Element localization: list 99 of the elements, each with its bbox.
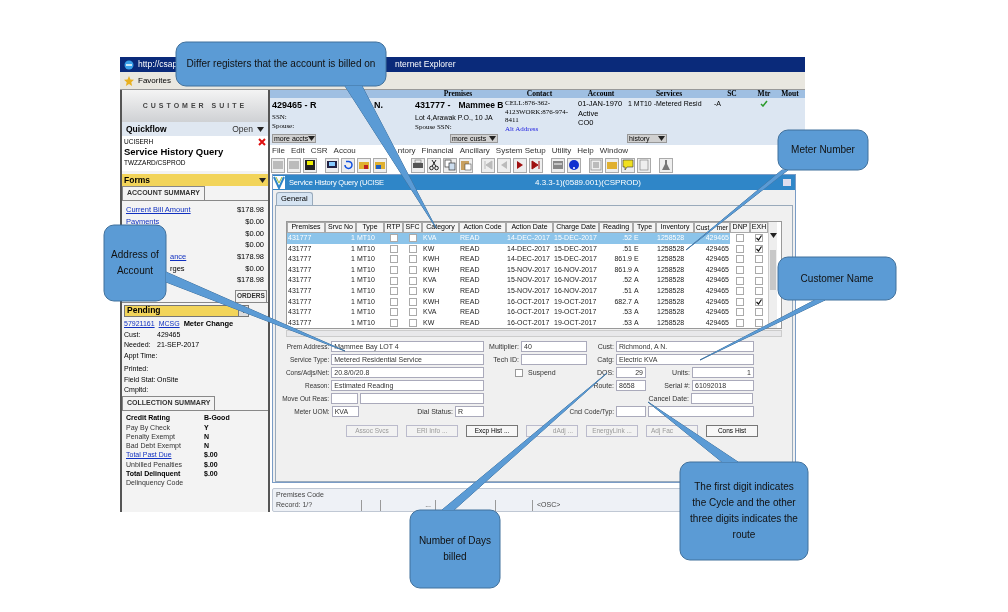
list-icon[interactable] [590, 159, 602, 172]
menu-item[interactable]: CSR [310, 144, 328, 157]
checkbox[interactable] [389, 276, 398, 285]
menu-item[interactable]: Utility [551, 144, 572, 157]
menu-item[interactable]: Edit [290, 144, 305, 157]
input-field[interactable] [616, 406, 646, 418]
scroll-up-icon [769, 233, 777, 238]
input-field[interactable] [521, 354, 587, 366]
folder-icon[interactable] [374, 159, 386, 172]
checkbox[interactable] [389, 244, 398, 253]
callout-text: Number of Days billed [417, 534, 493, 564]
paste-icon[interactable] [460, 159, 472, 172]
check-icon [756, 298, 762, 305]
scroll-bar[interactable] [286, 330, 782, 338]
checkbox[interactable] [408, 276, 417, 285]
input-field[interactable] [648, 406, 754, 418]
account-name: N. [374, 99, 383, 112]
close-icon[interactable] [258, 138, 266, 146]
menu-item[interactable]: ntory [397, 144, 416, 157]
save-icon[interactable] [304, 159, 316, 172]
menu-item[interactable]: System Setup [495, 144, 546, 157]
input-field[interactable] [331, 393, 359, 405]
menu-item[interactable]: Accou [333, 144, 356, 157]
checkbox[interactable] [389, 297, 398, 306]
window-title: 4.3.3-1)(0589.001)(CSPROD) [535, 176, 641, 189]
checkbox[interactable] [408, 255, 417, 264]
checkbox[interactable] [389, 234, 398, 243]
checkbox[interactable] [736, 255, 744, 264]
caret-icon [658, 135, 665, 141]
help-icon[interactable] [568, 159, 580, 172]
checkbox[interactable] [389, 266, 398, 275]
callout-text: Address of Account [110, 248, 160, 278]
window-title: nternet Explorer [395, 58, 456, 71]
page-url: http://csap [138, 58, 179, 71]
checkbox[interactable] [736, 244, 744, 253]
speech-bubble-icon[interactable] [622, 159, 634, 172]
checkbox[interactable] [755, 266, 763, 275]
flask-icon[interactable] [660, 159, 672, 172]
caret-icon [308, 135, 316, 141]
checkbox[interactable] [755, 308, 763, 317]
quickflow-label: Quickflow [126, 122, 167, 136]
checkbox[interactable] [755, 255, 763, 264]
premises-name: Mammee B [458, 99, 504, 112]
checkbox[interactable] [389, 308, 398, 317]
input-field[interactable] [691, 393, 753, 405]
checkbox[interactable] [736, 319, 744, 328]
checkbox[interactable] [408, 319, 417, 328]
callout-text: Differ registers that the account is billed on [186, 57, 376, 71]
input-field[interactable] [360, 393, 484, 405]
menu-item[interactable]: Help [577, 144, 594, 157]
checkbox[interactable] [389, 319, 398, 328]
premises-number: 431777 - [415, 99, 451, 112]
caret-icon [257, 126, 264, 132]
checkbox[interactable] [755, 297, 763, 306]
caret-icon [489, 135, 496, 141]
checkbox[interactable] [736, 308, 744, 317]
account-name: 429465 - R [272, 99, 318, 112]
cut-icon[interactable] [428, 159, 440, 172]
folder-icon[interactable] [358, 159, 370, 172]
callout-text: The first digit indicates the Cycle and the other three digits indicates the route [689, 480, 799, 542]
checkbox[interactable] [736, 287, 744, 296]
checkbox[interactable] [408, 297, 417, 306]
callout-text: Customer Name [800, 271, 874, 286]
checkbox[interactable] [408, 308, 417, 317]
menu-item[interactable]: File [272, 144, 285, 157]
checkbox[interactable] [736, 234, 744, 243]
browser-icon [124, 59, 134, 70]
checkbox[interactable] [755, 276, 763, 285]
checkbox[interactable] [755, 244, 763, 253]
form-title: Service History Query [124, 146, 224, 158]
checkbox[interactable] [736, 276, 744, 285]
checkbox[interactable] [389, 255, 398, 264]
menu-item[interactable]: Financial [421, 144, 454, 157]
forms-bar[interactable]: Forms [122, 174, 268, 186]
callout-text: Meter Number [791, 143, 855, 157]
checkbox[interactable] [389, 287, 398, 296]
checkbox[interactable] [755, 234, 763, 243]
checkbox[interactable] [408, 266, 417, 275]
undo-icon[interactable] [342, 159, 354, 172]
open-dropdown[interactable]: Open [232, 122, 264, 136]
caret-icon [259, 177, 266, 183]
copy-icon[interactable] [444, 159, 456, 172]
checkbox[interactable] [755, 319, 763, 328]
status-dropdown[interactable]: Pending [124, 304, 249, 317]
menu-item[interactable]: Ancillary [459, 144, 490, 157]
checkbox[interactable] [755, 287, 763, 296]
first-icon[interactable] [482, 159, 494, 172]
star-icon [124, 75, 134, 86]
checkbox[interactable] [408, 234, 417, 243]
last-icon[interactable] [530, 159, 542, 172]
document-icon[interactable] [638, 159, 650, 172]
checkbox[interactable] [736, 297, 744, 306]
checkbox[interactable] [408, 244, 417, 253]
favorites-label[interactable]: Favorites [138, 74, 171, 87]
checkbox[interactable] [408, 287, 417, 296]
checkbox[interactable] [515, 368, 523, 377]
scroll-bar[interactable] [768, 222, 777, 329]
menu-item[interactable]: Window [599, 144, 629, 157]
checkbox[interactable] [736, 266, 744, 275]
